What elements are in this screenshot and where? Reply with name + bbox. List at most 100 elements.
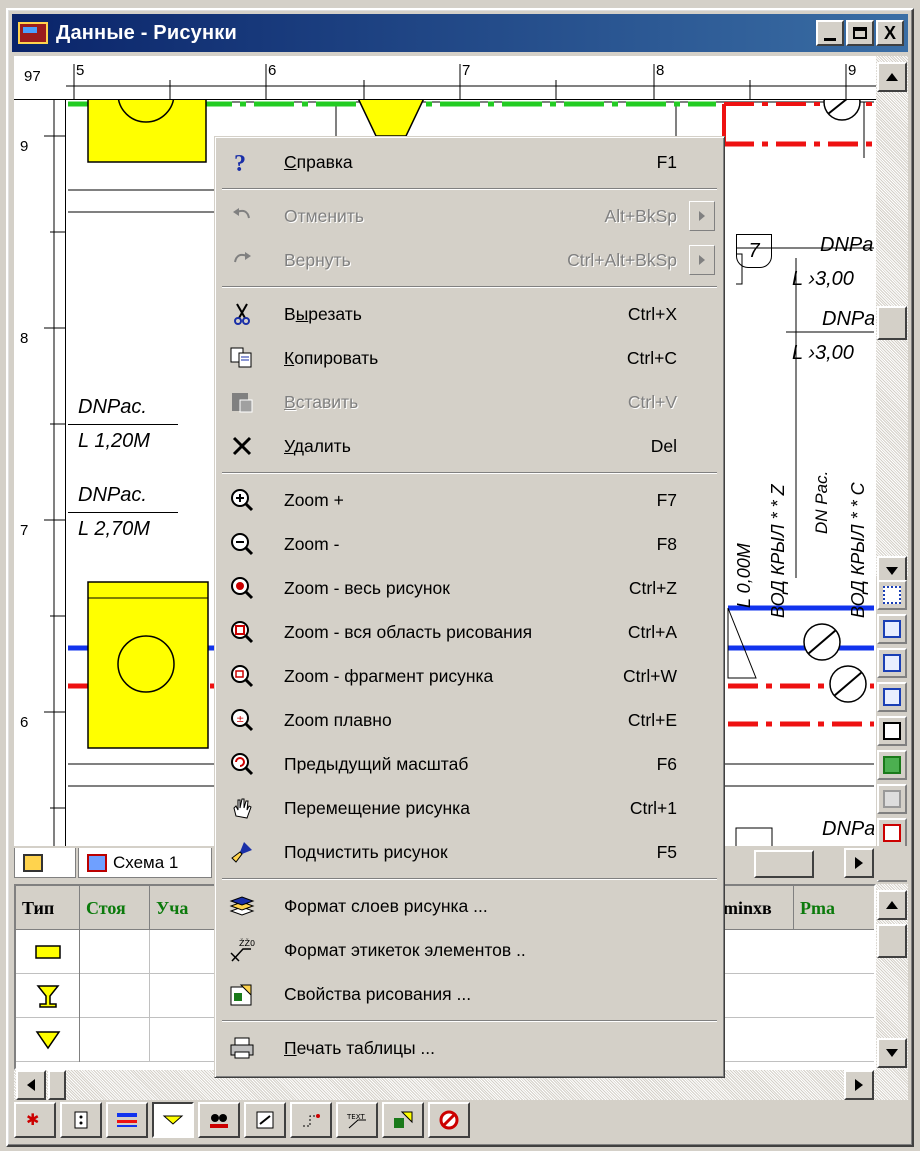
menu-item-delete[interactable]: Удалить Del: [218, 424, 721, 468]
table-cell[interactable]: [80, 974, 150, 1018]
triangle-yellow-icon: [16, 1018, 80, 1062]
menu-item-draw-properties[interactable]: Свойства рисования ...: [218, 972, 721, 1016]
menu-item-printer[interactable]: Печать таблицы ...: [218, 1026, 721, 1070]
submenu-arrow-button[interactable]: [689, 201, 715, 231]
tool-sources[interactable]: ✱: [14, 1102, 56, 1138]
menu-item-layers-format[interactable]: Формат слоев рисунка ...: [218, 884, 721, 928]
tool-forbid[interactable]: [428, 1102, 470, 1138]
menu-item-hand-pan[interactable]: Перемещение рисунка Ctrl+1: [218, 786, 721, 830]
label-part: Подчистить рисунок: [284, 841, 448, 862]
close-button[interactable]: X: [876, 20, 904, 46]
tab-overview[interactable]: [14, 848, 76, 878]
zoom-in-icon: [222, 478, 262, 522]
menu-item-zoom-in[interactable]: Zoom + F7: [218, 478, 721, 522]
menu-item-label: Вставить: [284, 392, 358, 413]
tab-schema-1[interactable]: Схема 1: [78, 848, 212, 878]
tool-text[interactable]: TEXT: [336, 1102, 378, 1138]
maximize-icon: [853, 27, 867, 39]
menu-item-zoom-fragment[interactable]: Zoom - фрагмент рисунка Ctrl+W: [218, 654, 721, 698]
align-tool[interactable]: [877, 648, 907, 678]
delete-icon: [222, 424, 262, 468]
menu-item-paste[interactable]: Вставить Ctrl+V: [218, 380, 721, 424]
arrow-tool[interactable]: [877, 818, 907, 848]
tab-label: Схема 1: [113, 852, 179, 872]
scroll-thumb[interactable]: [877, 306, 907, 340]
tool-pipes[interactable]: [106, 1102, 148, 1138]
table-scroll-left-button[interactable]: [16, 1070, 46, 1100]
menu-item-label: Отменить: [284, 206, 364, 227]
menu-item-zoom-smooth[interactable]: ± Zoom плавно Ctrl+E: [218, 698, 721, 742]
brush-clean-icon: [222, 830, 262, 874]
drawing-label-vertical: ВОД КРЫЛ * * C: [848, 482, 868, 618]
ruler-label: 6: [268, 62, 277, 79]
submenu-arrow-button[interactable]: [689, 245, 715, 275]
menu-item-shortcut: Ctrl+W: [623, 665, 677, 686]
table-scroll-up-button[interactable]: [877, 890, 907, 920]
table-scroll-right-button[interactable]: [844, 1070, 874, 1100]
drawing-label: DNPa: [820, 234, 874, 256]
menu-item-redo[interactable]: Вернуть Ctrl+Alt+BkSp: [218, 238, 721, 282]
angle-tool[interactable]: [877, 716, 907, 746]
menu-item-copy[interactable]: Копировать Ctrl+C: [218, 336, 721, 380]
disabled-tool[interactable]: [877, 784, 907, 814]
column-header[interactable]: Pma: [794, 886, 874, 930]
tab-scroll-right-button[interactable]: [844, 848, 874, 878]
tool-pumps[interactable]: [198, 1102, 240, 1138]
svg-text:±: ±: [236, 714, 244, 725]
arrow-up-icon: [886, 901, 898, 909]
scroll-up-button[interactable]: [877, 62, 907, 92]
angle-icon: [883, 722, 901, 740]
menu-item-label: Формат этикеток элементов ..: [284, 940, 526, 961]
menu-item-zoom-all[interactable]: Zoom - весь рисунок Ctrl+Z: [218, 566, 721, 610]
table-cell[interactable]: [80, 1018, 150, 1062]
title-bar[interactable]: Данные - Рисунки X: [12, 14, 908, 52]
tool-connector[interactable]: [290, 1102, 332, 1138]
tank-icon: [256, 1111, 274, 1129]
menu-item-zoom-area[interactable]: Zoom - вся область рисования Ctrl+A: [218, 610, 721, 654]
fill-tool[interactable]: [877, 750, 907, 780]
drawing-label: DNPac.: [78, 396, 147, 418]
tool-shapes[interactable]: [382, 1102, 424, 1138]
grid-snap-tool[interactable]: [877, 580, 907, 610]
drawing-label: L ›3,00: [792, 342, 854, 364]
menu-item-zoom-out[interactable]: Zoom - F8: [218, 522, 721, 566]
insert-tool[interactable]: [877, 682, 907, 712]
tool-tank[interactable]: [244, 1102, 286, 1138]
maximize-button[interactable]: [846, 20, 874, 46]
menu-item-help[interactable]: ? Справка F1: [218, 140, 721, 184]
tab-scroll-thumb[interactable]: [754, 850, 814, 878]
table-scroll-thumb[interactable]: [877, 924, 907, 958]
drawing-vertical-scrollbar[interactable]: [876, 56, 908, 586]
minimize-icon: [824, 37, 836, 41]
ruler-label: 97: [24, 68, 41, 85]
tool-node[interactable]: [60, 1102, 102, 1138]
app-icon[interactable]: [18, 22, 48, 44]
menu-item-undo[interactable]: Отменить Alt+BkSp: [218, 194, 721, 238]
fill-icon: [883, 756, 901, 774]
table-hscroll-thumb[interactable]: [48, 1070, 66, 1100]
table-vertical-scrollbar[interactable]: [876, 884, 908, 1100]
column-header[interactable]: Тип: [16, 886, 80, 930]
hand-pan-icon: [222, 786, 262, 830]
menu-item-labels-format[interactable]: ŽŽ0 Формат этикеток элементов ..: [218, 928, 721, 972]
label-part: Zoom - фрагмент рисунка: [284, 665, 494, 686]
menu-item-shortcut: Ctrl+1: [629, 797, 677, 818]
snap-node-tool[interactable]: [877, 614, 907, 644]
drawing-label: L 1,20M: [78, 430, 150, 452]
menu-item-brush-clean[interactable]: Подчистить рисунок F5: [218, 830, 721, 874]
column-header[interactable]: minxв: [716, 886, 794, 930]
menu-item-scissors[interactable]: Вырезать Ctrl+X: [218, 292, 721, 336]
drawing-line: [68, 424, 178, 425]
zoom-smooth-icon: ±: [222, 698, 262, 742]
window-title: Данные - Рисунки: [56, 21, 237, 44]
rect-yellow-icon: [16, 930, 80, 974]
menu-item-zoom-previous[interactable]: Предыдущий масштаб F6: [218, 742, 721, 786]
label-part: далить: [293, 435, 351, 456]
label-part: ставить: [295, 391, 359, 412]
column-header[interactable]: Стоя: [80, 886, 150, 930]
table-scroll-down-button[interactable]: [877, 1038, 907, 1068]
label-part: Формат слоев рисунка ...: [284, 895, 488, 916]
tool-valve[interactable]: [152, 1102, 194, 1138]
table-cell[interactable]: [80, 930, 150, 974]
minimize-button[interactable]: [816, 20, 844, 46]
